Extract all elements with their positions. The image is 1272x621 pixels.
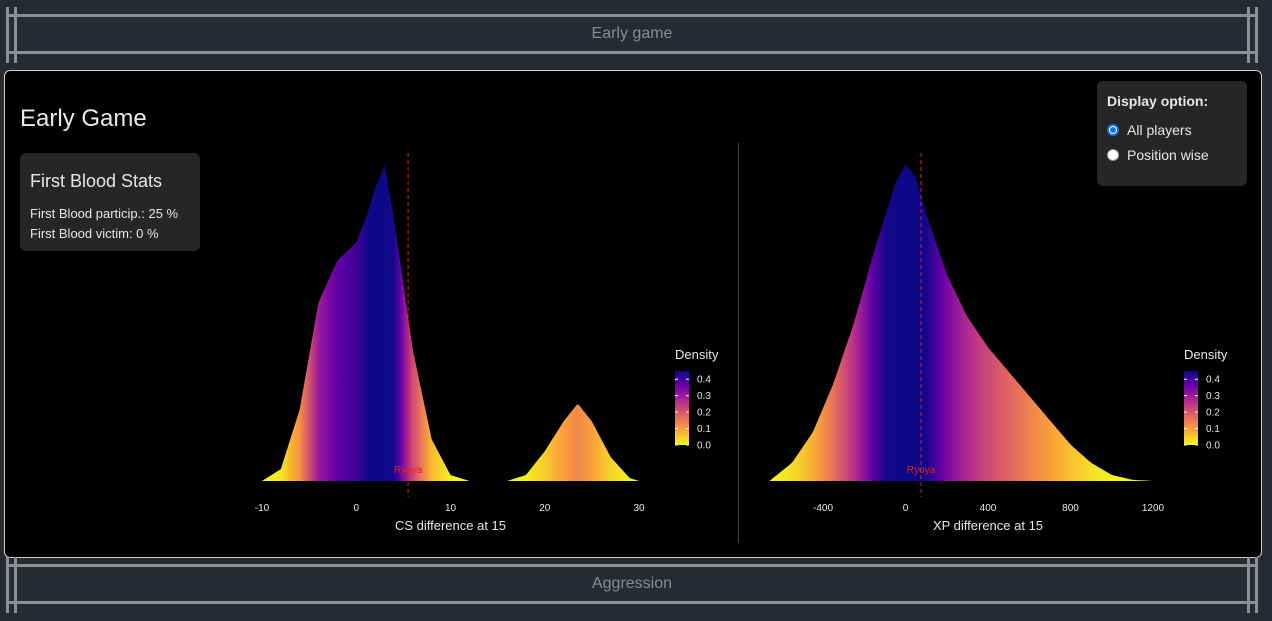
density-area [262, 165, 639, 481]
bar-cap-left-inner [14, 7, 17, 63]
section-header-early-game[interactable]: Early game [6, 7, 1258, 63]
legend-colorbar [675, 371, 689, 445]
player-marker-label: Ryoya [394, 465, 423, 476]
legend-tick-label: 0.3 [697, 391, 711, 402]
section-header-aggression[interactable]: Aggression [6, 557, 1258, 613]
bar-cap-left-outer [6, 557, 9, 613]
x-tick-label: 0 [903, 503, 909, 514]
xp-difference-chart: Ryoya -400 0 400 800 1200 XP difference at 15 D… [769, 153, 1228, 533]
early-game-panel: Early Game First Blood Stats First Blood… [4, 70, 1262, 558]
first-blood-victim: First Blood victim: 0 % [30, 226, 159, 241]
first-blood-title: First Blood Stats [30, 171, 163, 191]
density-area [769, 165, 1153, 481]
legend-tick-label: 0.1 [1206, 424, 1220, 435]
legend-tick-label: 0.4 [1206, 375, 1220, 386]
chart-divider [738, 143, 739, 543]
legend-colorbar [1184, 371, 1198, 445]
first-blood-stats-box: First Blood Stats First Blood particip.:… [20, 153, 200, 251]
x-axis-label: CS difference at 15 [395, 518, 506, 533]
option-all-players-label: All players [1127, 121, 1192, 138]
x-axis-label: XP difference at 15 [933, 518, 1043, 533]
legend-tick-label: 0.3 [1206, 391, 1220, 402]
bar-cap-right-outer [1255, 557, 1258, 613]
x-tick-label: 0 [353, 503, 359, 514]
x-tick-label: 30 [633, 503, 645, 514]
x-tick-label: 400 [980, 503, 997, 514]
x-tick-label: -400 [813, 503, 833, 514]
legend-tick-label: 0.0 [1206, 441, 1220, 452]
x-tick-label: 10 [445, 503, 457, 514]
radio-all-players[interactable] [1107, 123, 1119, 136]
legend-tick-label: 0.1 [697, 424, 711, 435]
x-tick-label: 800 [1062, 503, 1079, 514]
radio-position-wise[interactable] [1107, 148, 1119, 161]
display-option-title: Display option: [1107, 93, 1209, 109]
bar-cap-left-inner [14, 557, 17, 613]
section-title-aggression: Aggression [591, 575, 673, 592]
cs-difference-chart: Ryoya -10 0 10 20 30 CS difference at 15 Densit… [255, 153, 719, 533]
option-position-wise[interactable]: Position wise [1107, 142, 1237, 167]
panel-title: Early Game [20, 105, 147, 132]
bar-cap-left-outer [6, 7, 9, 63]
legend-title: Density [1184, 347, 1228, 362]
x-tick-label: 20 [539, 503, 551, 514]
first-blood-participation: First Blood particip.: 25 % [30, 206, 179, 221]
legend-tick-label: 0.2 [697, 408, 711, 419]
legend-title: Density [675, 347, 719, 362]
x-tick-label: 1200 [1142, 503, 1165, 514]
bar-cap-right-inner [1247, 557, 1250, 613]
legend-tick-label: 0.4 [697, 375, 711, 386]
bar-cap-right-outer [1255, 7, 1258, 63]
legend-tick-label: 0.0 [697, 441, 711, 452]
display-option-box: Display option: All players Position wis… [1097, 81, 1247, 186]
option-all-players[interactable]: All players [1107, 117, 1237, 142]
player-marker-label: Ryoya [907, 465, 936, 476]
option-position-wise-label: Position wise [1127, 146, 1209, 163]
x-tick-label: -10 [255, 503, 270, 514]
legend-tick-label: 0.2 [1206, 408, 1220, 419]
section-title-early-game: Early game [591, 25, 673, 42]
bar-cap-right-inner [1247, 7, 1250, 63]
